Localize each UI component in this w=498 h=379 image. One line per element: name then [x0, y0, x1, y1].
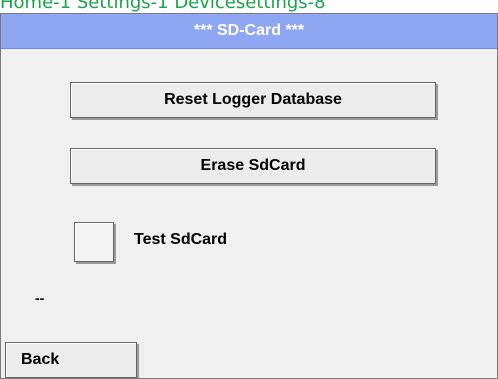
test-sdcard-checkbox[interactable] — [74, 222, 114, 262]
erase-sdcard-button[interactable]: Erase SdCard — [70, 148, 436, 184]
status-text: -- — [35, 290, 45, 306]
screen-title: *** SD-Card *** — [1, 14, 497, 49]
back-button[interactable]: Back — [5, 342, 137, 378]
reset-logger-database-button[interactable]: Reset Logger Database — [70, 82, 436, 118]
test-sdcard-label: Test SdCard — [134, 231, 228, 248]
breadcrumb: Home-1 Settings-1 Devicesettings-8 — [0, 0, 326, 13]
sd-card-screen: *** SD-Card *** Reset Logger Database Er… — [0, 13, 498, 379]
